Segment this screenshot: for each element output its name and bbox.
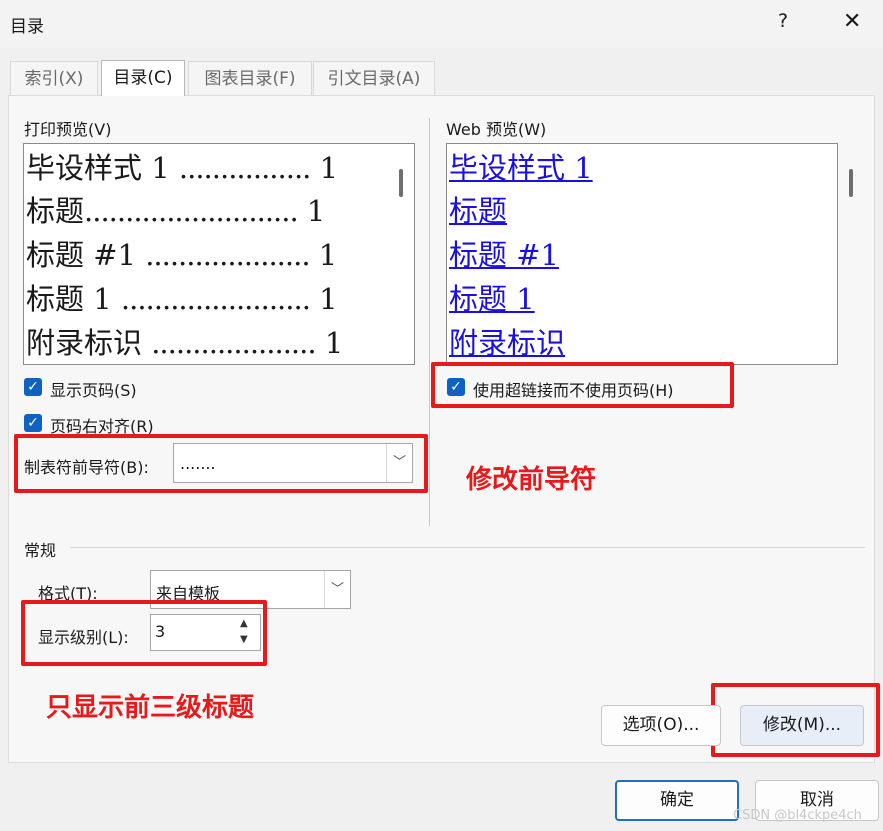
window-title: 目录: [10, 17, 44, 37]
print-preview-row: 标题 1 ....................... 1: [26, 282, 338, 316]
tab-figures[interactable]: 图表目录(F): [188, 61, 312, 95]
title-bar: [0, 0, 883, 48]
show-page-numbers-checkbox[interactable]: ✓: [24, 378, 42, 396]
web-preview-link: 附录标识: [449, 326, 566, 360]
show-page-numbers-label: 显示页码(S): [50, 381, 137, 400]
web-preview-link: 标题 1: [449, 282, 535, 316]
annotation-box-hyperlinks: [431, 362, 734, 408]
close-icon[interactable]: ✕: [843, 9, 861, 34]
annotation-box-leader: [14, 434, 428, 493]
tab-toc[interactable]: 目录(C): [101, 60, 185, 96]
print-preview-row: 毕设样式 1 ................ 1: [26, 151, 339, 185]
tab-index[interactable]: 索引(X): [10, 61, 98, 95]
watermark: CSDN @bl4ckpe4ch: [733, 808, 862, 823]
web-preview-link: 标题: [449, 194, 508, 228]
modify-button[interactable]: 修改(M)...: [740, 705, 864, 746]
tab-citations[interactable]: 引文目录(A): [313, 61, 435, 95]
annotation-levels-text: 只显示前三级标题: [46, 693, 255, 723]
print-preview-row: 标题 #1 .................... 1: [26, 238, 338, 272]
web-preview[interactable]: 毕设样式 1 标题 标题 #1 标题 1 附录标识: [446, 143, 838, 365]
web-preview-label: Web 预览(W): [446, 120, 547, 139]
print-preview[interactable]: 毕设样式 1 ................ 1 标题............…: [23, 143, 415, 365]
print-preview-row: 附录标识 .................... 1: [26, 326, 344, 360]
ok-button[interactable]: 确定: [615, 780, 739, 821]
annotation-leader-text: 修改前导符: [466, 465, 597, 495]
right-align-checkbox[interactable]: ✓: [24, 414, 42, 432]
web-preview-link: 标题 #1: [449, 238, 559, 272]
help-button[interactable]: ?: [778, 10, 788, 32]
print-preview-label: 打印预览(V): [24, 120, 112, 139]
options-button[interactable]: 选项(O)...: [601, 705, 721, 746]
web-preview-link: 毕设样式 1: [449, 151, 593, 185]
web-preview-scrollbar[interactable]: [849, 169, 853, 197]
vertical-divider: [429, 118, 430, 526]
general-divider: [70, 547, 865, 548]
print-preview-row: 标题.......................... 1: [26, 194, 326, 228]
annotation-box-levels: [21, 600, 267, 666]
chevron-down-icon: ﹀: [324, 571, 350, 608]
general-section-label: 常规: [24, 541, 57, 560]
print-preview-scrollbar[interactable]: [399, 169, 403, 197]
